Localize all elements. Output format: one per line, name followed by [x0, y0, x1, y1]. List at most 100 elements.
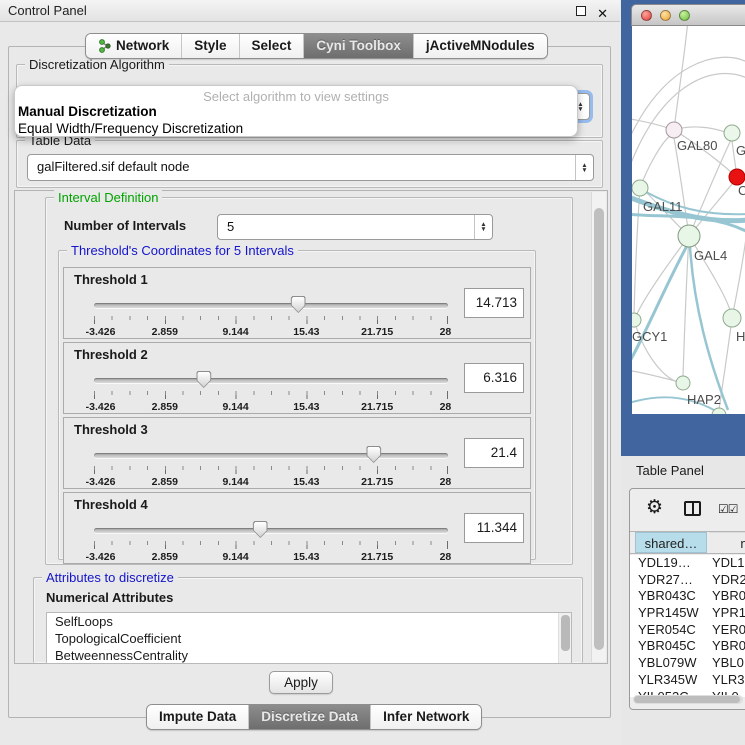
network-icon: [98, 39, 111, 53]
table-row[interactable]: YBR043CYBR0: [630, 588, 745, 605]
list-item[interactable]: TopologicalCoefficient: [47, 630, 571, 647]
slider-thumb[interactable]: [253, 521, 268, 538]
table-row[interactable]: YBR045CYBR0: [630, 638, 745, 655]
slider-track[interactable]: [94, 453, 448, 458]
settings-scrollbar[interactable]: [591, 192, 606, 662]
dropdown-option-equal-width[interactable]: Equal Width/Frequency Discretization: [15, 120, 577, 137]
table-row[interactable]: YDL19…YDL1: [630, 555, 745, 572]
node-label: C: [738, 183, 745, 198]
tab-jactivemnodules[interactable]: jActiveMNodules: [413, 34, 547, 58]
table-horizontal-scrollbar[interactable]: [633, 695, 743, 704]
threshold-1-box: Threshold 1 -3.426 2.859 9.144 15.43 21.…: [63, 267, 531, 339]
node-h[interactable]: [723, 309, 741, 327]
numerical-attributes-list[interactable]: SelfLoops TopologicalCoefficient Between…: [46, 612, 572, 664]
minimize-traffic-light-icon[interactable]: [660, 10, 671, 21]
threshold-3-label: Threshold 3: [74, 422, 148, 437]
table-data-group: Table Data galFiltered.sif default node …: [16, 140, 603, 188]
table-row[interactable]: YDR27…YDR2: [630, 572, 745, 589]
number-of-intervals-combobox[interactable]: 5 ▲▼: [217, 214, 493, 240]
tab-infer-network[interactable]: Infer Network: [370, 705, 481, 729]
threshold-2-slider[interactable]: -3.426 2.859 9.144 15.43 21.715 28: [94, 369, 448, 413]
tab-network[interactable]: Network: [86, 34, 181, 58]
network-node-labels: GAL80 GA C GAL11 GAL4 GCY1 H HAP2: [632, 138, 745, 407]
threshold-1-label: Threshold 1: [74, 272, 148, 287]
threshold-3-box: Threshold 3 -3.426 2.859 9.144 15.43 21.…: [63, 417, 531, 489]
threshold-1-slider[interactable]: -3.426 2.859 9.144 15.43 21.715 28: [94, 294, 448, 338]
select-columns-icon[interactable]: ☑☑: [718, 502, 738, 516]
table-row[interactable]: YPR145WYPR1: [630, 605, 745, 622]
tab-cyni-toolbox[interactable]: Cyni Toolbox: [303, 34, 413, 58]
network-window-titlebar[interactable]: [631, 4, 745, 26]
table-panel: Table Panel ⚙ ☑☑ shared… n YDL19…YDL1 YD…: [621, 456, 745, 745]
control-panel-tabbar: Network Style Select Cyni Toolbox jActiv…: [85, 33, 548, 59]
tab-style[interactable]: Style: [181, 34, 238, 58]
discretization-algorithm-group-label: Discretization Algorithm: [25, 57, 169, 72]
tab-discretize-data[interactable]: Discretize Data: [248, 705, 370, 729]
node-label: GAL11: [643, 199, 683, 214]
node-gcy1[interactable]: [632, 313, 641, 327]
list-item[interactable]: SelfLoops: [47, 613, 571, 630]
slider-track[interactable]: [94, 528, 448, 533]
threshold-4-value-field[interactable]: 11.344: [464, 513, 524, 543]
table-panel-title: Table Panel: [636, 463, 704, 478]
table-row[interactable]: YBL079WYBL0: [630, 655, 745, 672]
threshold-3-slider[interactable]: -3.426 2.859 9.144 15.43 21.715 28: [94, 444, 448, 488]
control-panel-title: Control Panel: [8, 3, 87, 18]
interval-definition-group-label: Interval Definition: [54, 190, 162, 205]
zoom-traffic-light-icon[interactable]: [679, 10, 690, 21]
slider-thumb[interactable]: [366, 446, 381, 463]
slider-track[interactable]: [94, 378, 448, 383]
threshold-4-box: Threshold 4 -3.426 2.859 9.144 15.43 21.…: [63, 492, 531, 564]
node-hap2[interactable]: [676, 376, 690, 390]
table-data-combobox[interactable]: galFiltered.sif default node ▲▼: [27, 154, 594, 181]
network-canvas[interactable]: GAL80 GA C GAL11 GAL4 GCY1 H HAP2: [632, 26, 745, 414]
node-label: GCY1: [632, 329, 667, 344]
node-gal11[interactable]: [632, 180, 648, 196]
combo-stepper-icon[interactable]: ▲▼: [575, 155, 593, 180]
control-panel: Control Panel ✕ Network Style Select Cyn…: [0, 0, 620, 745]
close-traffic-light-icon[interactable]: [641, 10, 652, 21]
dropdown-prompt: Select algorithm to view settings: [15, 86, 577, 103]
algorithm-dropdown-popup: Select algorithm to view settings Manual…: [14, 85, 578, 137]
table-header-row: shared… n: [630, 531, 745, 554]
slider-ticks: [94, 391, 448, 399]
slider-ticks: [94, 466, 448, 474]
threshold-2-value-field[interactable]: 6.316: [464, 363, 524, 393]
column-header-name[interactable]: n: [709, 532, 745, 553]
network-nodes: [632, 122, 745, 414]
apply-button[interactable]: Apply: [269, 671, 333, 694]
number-of-intervals-value: 5: [227, 219, 234, 234]
attributes-list-scrollbar[interactable]: [558, 613, 571, 663]
close-icon[interactable]: ✕: [597, 3, 608, 24]
slider-thumb[interactable]: [196, 371, 211, 388]
split-columns-icon[interactable]: [684, 501, 701, 516]
node-bottom-partial[interactable]: [712, 408, 726, 414]
table-row[interactable]: YER054CYER0: [630, 622, 745, 639]
column-header-shared-name[interactable]: shared…: [635, 532, 707, 553]
thresholds-group: Threshold's Coordinates for 5 Intervals …: [58, 250, 536, 560]
slider-thumb[interactable]: [291, 296, 306, 313]
tab-select[interactable]: Select: [239, 34, 304, 58]
interval-definition-group: Interval Definition Number of Intervals …: [45, 197, 573, 565]
dropdown-option-manual[interactable]: Manual Discretization: [15, 103, 577, 120]
node-top-right[interactable]: [724, 125, 740, 141]
list-item[interactable]: BetweennessCentrality: [47, 647, 571, 664]
slider-track[interactable]: [94, 303, 448, 308]
threshold-4-slider[interactable]: -3.426 2.859 9.144 15.43 21.715 28: [94, 519, 448, 563]
tab-impute-data[interactable]: Impute Data: [147, 705, 248, 729]
node-gal4[interactable]: [678, 225, 700, 247]
threshold-3-value-field[interactable]: 21.4: [464, 438, 524, 468]
settings-gear-icon[interactable]: ⚙: [646, 497, 663, 519]
combo-stepper-icon[interactable]: ▲▼: [474, 215, 492, 239]
slider-ticks: [94, 316, 448, 324]
table-row[interactable]: YLR345WYLR3: [630, 672, 745, 689]
table-panel-box: ⚙ ☑☑ shared… n YDL19…YDL1 YDR27…YDR2 YBR…: [629, 488, 745, 710]
settings-scrollpanel: Interval Definition Number of Intervals …: [14, 190, 608, 664]
threshold-1-value-field[interactable]: 14.713: [464, 288, 524, 318]
network-view-window: GAL80 GA C GAL11 GAL4 GCY1 H HAP2: [631, 4, 745, 414]
node-gal80[interactable]: [666, 122, 682, 138]
node-label: GA: [736, 143, 745, 158]
slider-ticks: [94, 541, 448, 549]
float-window-icon[interactable]: [576, 6, 586, 16]
node-label: H: [736, 329, 745, 344]
